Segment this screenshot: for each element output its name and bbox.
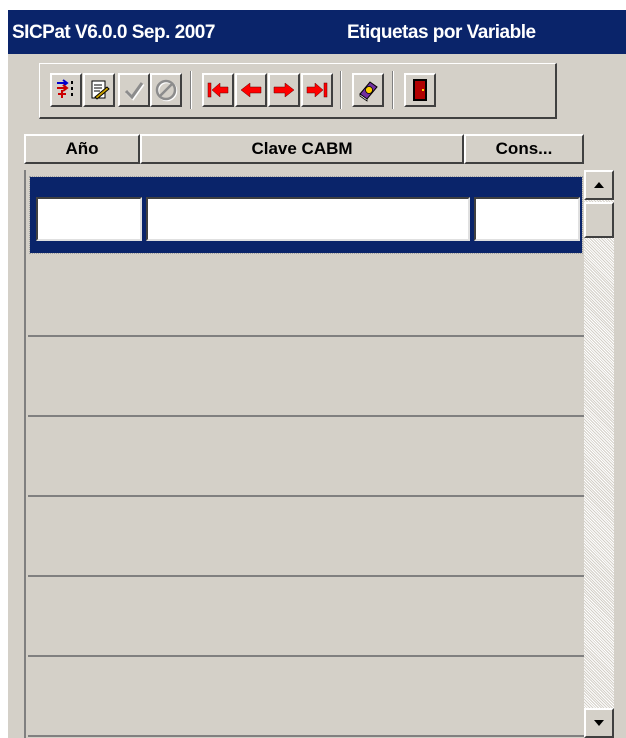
cancel-button[interactable] xyxy=(150,73,182,107)
previous-record-button[interactable] xyxy=(235,73,267,107)
table-row[interactable] xyxy=(28,497,584,577)
help-book-icon xyxy=(356,78,380,102)
help-button[interactable] xyxy=(352,73,384,107)
checkmark-icon xyxy=(122,78,146,102)
vertical-scrollbar[interactable] xyxy=(584,170,614,738)
last-record-button[interactable] xyxy=(301,73,333,107)
column-header-consecutive[interactable]: Cons... xyxy=(464,134,584,164)
current-record-row[interactable] xyxy=(29,176,583,254)
app-title: SICPat V6.0.0 Sep. 2007 xyxy=(12,22,215,43)
scroll-up-button[interactable] xyxy=(584,170,614,200)
toolbar-separator xyxy=(340,71,342,109)
last-record-icon xyxy=(304,79,330,101)
year-field[interactable] xyxy=(36,197,142,241)
exit-button[interactable] xyxy=(404,73,436,107)
insert-record-button[interactable] xyxy=(50,73,82,107)
arrow-down-icon xyxy=(593,714,605,732)
column-header-clave-cabm[interactable]: Clave CABM xyxy=(140,134,464,164)
cancel-icon xyxy=(154,78,178,102)
table-row[interactable] xyxy=(28,417,584,497)
first-record-icon xyxy=(205,79,231,101)
confirm-button[interactable] xyxy=(118,73,150,107)
title-bar: SICPat V6.0.0 Sep. 2007 Etiquetas por Va… xyxy=(8,10,626,54)
table-row[interactable] xyxy=(28,337,584,417)
arrow-up-icon xyxy=(593,176,605,194)
next-record-icon xyxy=(271,79,297,101)
exit-door-icon xyxy=(410,77,430,103)
table-row[interactable] xyxy=(28,657,584,737)
column-header-year[interactable]: Año xyxy=(24,134,140,164)
next-record-button[interactable] xyxy=(268,73,300,107)
scroll-down-button[interactable] xyxy=(584,708,614,738)
toolbar-separator xyxy=(190,71,192,109)
edit-record-button[interactable] xyxy=(83,73,115,107)
edit-document-icon xyxy=(87,78,111,102)
toolbar-separator xyxy=(392,71,394,109)
first-record-button[interactable] xyxy=(202,73,234,107)
consecutive-field[interactable] xyxy=(474,197,580,241)
scroll-thumb[interactable] xyxy=(584,202,614,238)
app-window: SICPat V6.0.0 Sep. 2007 Etiquetas por Va… xyxy=(8,10,626,738)
insert-icon xyxy=(54,78,78,102)
previous-record-icon xyxy=(238,79,264,101)
form-title: Etiquetas por Variable xyxy=(347,22,536,43)
table-row[interactable] xyxy=(28,257,584,337)
clave-cabm-field[interactable] xyxy=(146,197,470,241)
navigation-toolbar xyxy=(39,63,557,119)
records-grid xyxy=(24,170,584,738)
table-row[interactable] xyxy=(28,577,584,657)
